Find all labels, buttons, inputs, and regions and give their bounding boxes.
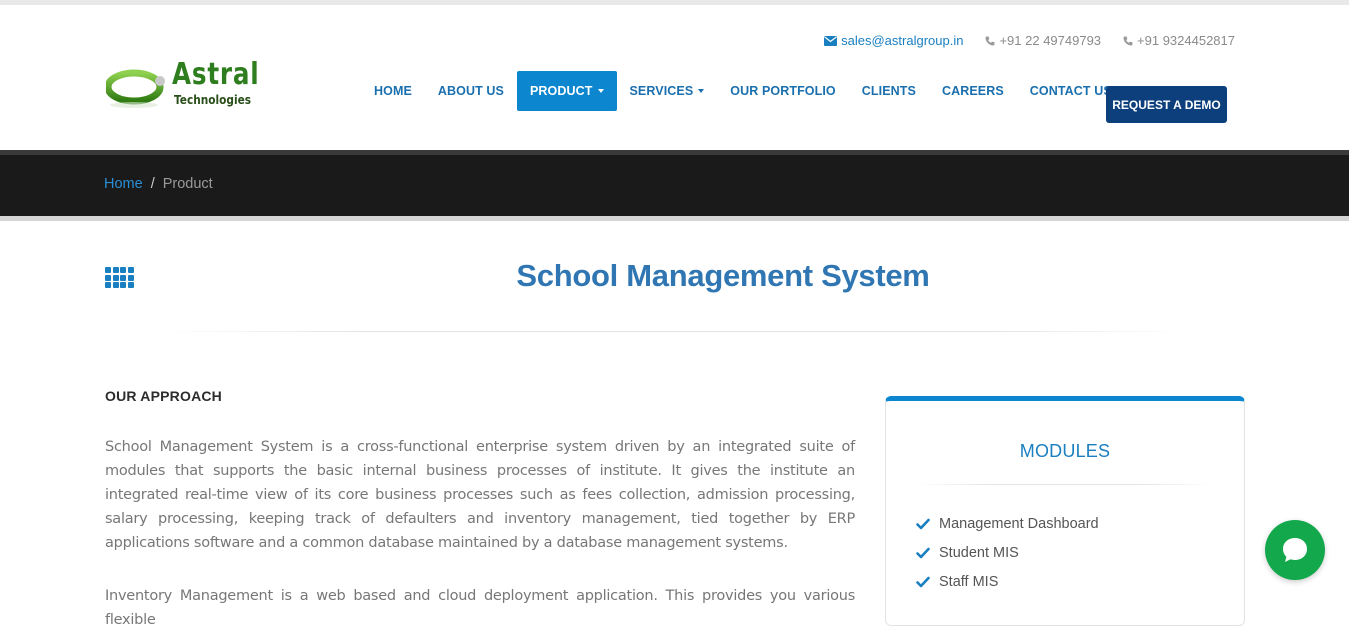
nav-product[interactable]: PRODUCT <box>516 71 617 111</box>
approach-paragraph-1: School Management System is a cross-func… <box>105 439 855 551</box>
module-label: Staff MIS <box>939 573 999 590</box>
logo-tagline: Technologies <box>174 93 252 107</box>
check-icon <box>916 518 930 529</box>
nav-services-label: SERVICES <box>629 84 694 98</box>
nav-product-label: PRODUCT <box>529 84 593 98</box>
breadcrumb: Home / Product <box>104 176 213 192</box>
breadcrumb-home-link[interactable]: Home <box>104 176 143 192</box>
modules-card: MODULES Management Dashboard Student MIS… <box>885 396 1245 626</box>
breadcrumb-separator: / <box>150 176 155 192</box>
nav-careers[interactable]: CAREERS <box>929 71 1017 111</box>
list-item[interactable]: Student MIS <box>916 538 1099 567</box>
chat-bubble-icon <box>1283 538 1307 562</box>
phone-icon <box>985 36 995 45</box>
nav-services[interactable]: SERVICES <box>617 71 718 111</box>
nav-home[interactable]: HOME <box>361 71 425 111</box>
list-item[interactable]: Management Dashboard <box>916 509 1099 538</box>
caret-down-icon <box>597 89 604 93</box>
caret-down-icon <box>698 89 705 93</box>
check-icon <box>916 547 930 558</box>
nav-about-us-label: ABOUT US <box>437 84 504 98</box>
modules-list: Management Dashboard Student MIS Staff M… <box>916 509 1099 596</box>
logo-name: Astral <box>172 57 260 92</box>
list-item[interactable]: Staff MIS <box>916 567 1099 596</box>
contact-bar: sales@astralgroup.in +91 22 49749793 +91… <box>824 33 1235 48</box>
logo-ring-icon <box>106 69 165 108</box>
nav-clients[interactable]: CLIENTS <box>849 71 929 111</box>
approach-heading: OUR APPROACH <box>105 388 222 404</box>
title-divider <box>165 331 1185 332</box>
astral-logo[interactable]: Astral Technologies <box>106 57 259 119</box>
modules-title: MODULES <box>1019 441 1111 461</box>
site-header: Astral Technologies sales@astralgroup.in… <box>0 5 1349 150</box>
nav-home-label: HOME <box>374 84 412 98</box>
approach-paragraph-2: Inventory Management is a web based and … <box>105 588 855 628</box>
phone-link-1[interactable]: +91 22 49749793 <box>985 33 1101 48</box>
page-title: School Management System <box>516 258 930 293</box>
phone-link-2[interactable]: +91 9324452817 <box>1123 33 1235 48</box>
chat-button[interactable] <box>1265 520 1325 580</box>
envelope-icon <box>824 35 838 46</box>
nav-contact-us-label: CONTACT US <box>1029 84 1112 98</box>
module-label: Management Dashboard <box>939 515 1099 532</box>
email-text: sales@astralgroup.in <box>841 33 964 48</box>
email-link[interactable]: sales@astralgroup.in <box>824 33 963 48</box>
nav-about-us[interactable]: ABOUT US <box>425 71 517 111</box>
breadcrumb-bar: Home / Product <box>0 150 1349 221</box>
check-icon <box>916 576 930 587</box>
phone-icon <box>1123 36 1133 45</box>
nav-careers-label: CAREERS <box>941 84 1004 98</box>
breadcrumb-current: Product <box>162 176 213 192</box>
phone-text-2: +91 9324452817 <box>1137 33 1235 48</box>
modules-divider <box>916 484 1214 485</box>
phone-text-1: +91 22 49749793 <box>999 33 1102 48</box>
main-nav: HOME ABOUT US PRODUCT SERVICES OUR PORTF… <box>361 71 1125 111</box>
module-label: Student MIS <box>939 544 1019 561</box>
nav-clients-label: CLIENTS <box>861 84 916 98</box>
nav-our-portfolio[interactable]: OUR PORTFOLIO <box>717 71 848 111</box>
nav-our-portfolio-label: OUR PORTFOLIO <box>730 84 836 98</box>
request-demo-button[interactable]: REQUEST A DEMO <box>1106 86 1227 123</box>
